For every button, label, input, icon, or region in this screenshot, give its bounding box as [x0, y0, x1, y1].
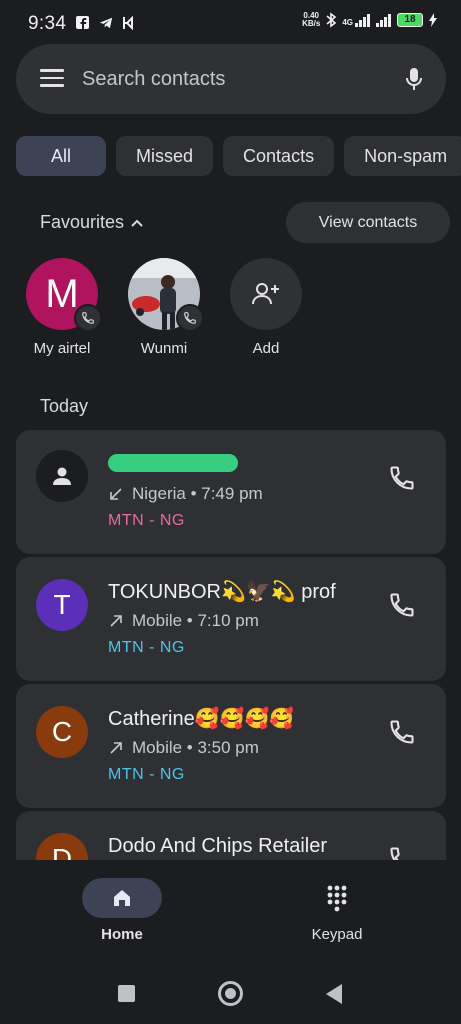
signal-icon-2	[376, 13, 391, 27]
favourite-my-airtel[interactable]: M My airtel	[17, 258, 107, 357]
chip-contacts[interactable]: Contacts	[223, 136, 335, 176]
view-contacts-button[interactable]: View contacts	[286, 202, 450, 243]
chip-non-spam[interactable]: Non-spam	[344, 136, 461, 176]
battery-icon: 18	[397, 13, 423, 27]
outgoing-call-arrow-icon	[110, 742, 122, 754]
search-bar[interactable]: Search contacts	[16, 44, 446, 114]
keypad-icon	[327, 885, 347, 912]
filter-chips: All Missed Contacts Non-spam	[16, 136, 461, 176]
back-button-icon[interactable]	[324, 983, 344, 1005]
call-meta: Nigeria • 7:49 pm	[108, 484, 263, 504]
favourite-add[interactable]: Add	[221, 258, 311, 357]
home-system-button[interactable]	[218, 981, 243, 1006]
person-icon	[53, 467, 71, 485]
chip-missed[interactable]: Missed	[116, 136, 214, 176]
call-button-icon[interactable]	[388, 591, 416, 619]
facebook-icon	[76, 16, 89, 30]
bluetooth-icon	[326, 12, 337, 28]
chevron-up-icon	[131, 219, 143, 227]
sim-label: MTN - NG	[108, 512, 185, 529]
avatar: T	[36, 579, 88, 631]
sim-label: MTN - NG	[108, 639, 185, 656]
call-log-item[interactable]: T TOKUNBOR💫🦅💫 prof Mobile • 7:10 pm MTN …	[16, 557, 446, 681]
nav-keypad-label: Keypad	[311, 926, 363, 943]
status-bar: 9:34 0.40 KB/s 4G 18	[0, 0, 461, 48]
phone-icon	[184, 312, 196, 324]
recents-button[interactable]	[118, 985, 135, 1002]
nav-keypad[interactable]: Keypad	[282, 878, 392, 943]
call-title: TOKUNBOR💫🦅💫 prof	[108, 581, 336, 603]
favourite-wunmi[interactable]: Wunmi	[119, 258, 209, 357]
favourite-name: Wunmi	[140, 340, 188, 357]
incoming-call-arrow-icon	[110, 488, 122, 500]
call-log-item[interactable]: C Catherine🥰🥰🥰🥰 Mobile • 3:50 pm MTN - N…	[16, 684, 446, 808]
call-title-redacted	[108, 452, 248, 474]
favourite-name: Add	[252, 340, 280, 357]
add-person-icon	[252, 283, 279, 305]
nav-home-label: Home	[101, 926, 143, 943]
phone-icon	[82, 312, 94, 324]
favourites-header[interactable]: Favourites	[40, 212, 144, 233]
call-meta: Mobile • 3:50 pm	[108, 738, 259, 758]
bottom-navigation: Home Keypad	[0, 860, 461, 960]
network-speed: 0.40 KB/s	[302, 11, 321, 28]
avatar-photo	[128, 258, 204, 332]
search-input[interactable]: Search contacts	[82, 68, 225, 91]
home-icon	[114, 890, 130, 906]
avatar: C	[36, 706, 88, 758]
add-favourite-button[interactable]	[230, 258, 302, 330]
system-navigation-bar	[0, 960, 461, 1024]
mic-icon[interactable]	[404, 66, 424, 94]
call-title: Catherine🥰🥰🥰🥰	[108, 708, 295, 730]
call-meta: Mobile • 7:10 pm	[108, 611, 259, 631]
avatar: M	[26, 258, 102, 332]
chip-all[interactable]: All	[16, 136, 107, 176]
nav-home[interactable]: Home	[67, 878, 177, 943]
call-button-icon[interactable]	[388, 464, 416, 492]
charging-icon	[429, 13, 437, 27]
telegram-icon	[99, 17, 113, 29]
call-log-item[interactable]: Nigeria • 7:49 pm MTN - NG	[16, 430, 446, 554]
app-notification-icon	[123, 15, 133, 31]
call-title: Dodo And Chips Retailer	[108, 835, 328, 857]
section-today: Today	[40, 396, 89, 416]
avatar	[36, 450, 88, 502]
status-time: 9:34	[28, 13, 67, 34]
call-button-icon[interactable]	[388, 718, 416, 746]
sim-label: MTN - NG	[108, 766, 185, 783]
menu-icon[interactable]	[40, 69, 64, 89]
favourite-name: My airtel	[33, 340, 91, 357]
signal-icon-1: 4G	[342, 13, 370, 27]
outgoing-call-arrow-icon	[110, 615, 122, 627]
